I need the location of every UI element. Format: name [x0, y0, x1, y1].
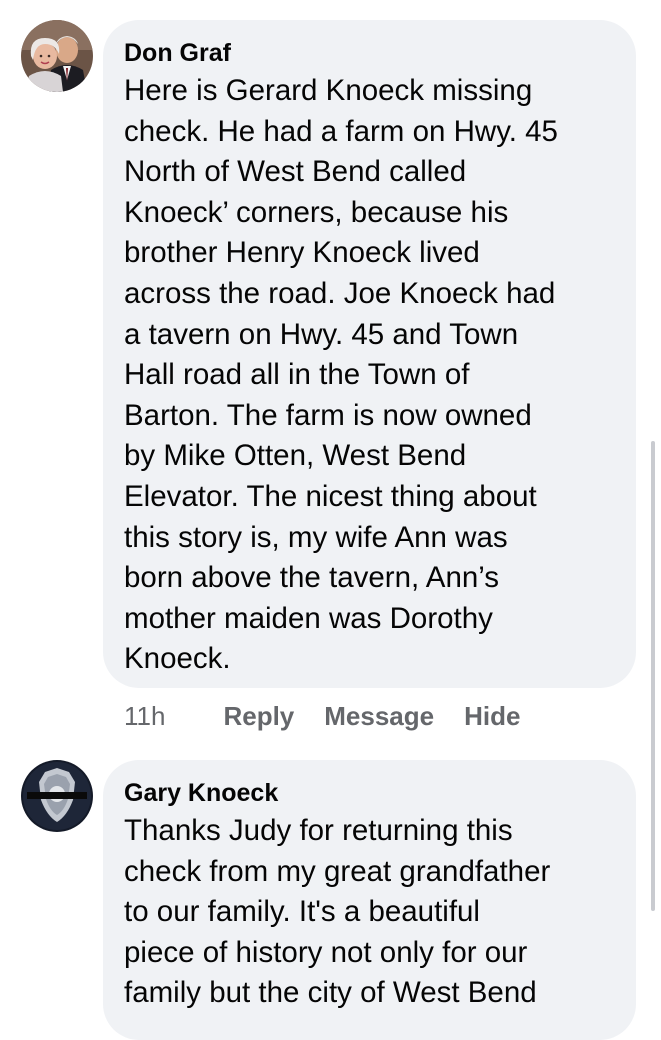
avatar[interactable]	[21, 20, 93, 92]
comment-line: Here is Gerard Knoeck missing	[124, 74, 533, 107]
comment-line: this story is, my wife Ann was	[124, 520, 508, 554]
hide-button[interactable]: Hide	[464, 701, 520, 732]
comment-text: Here is Gerard Knoeck missing check. He …	[124, 71, 634, 680]
comment: Gary Knoeck Thanks Judy for returning th…	[0, 740, 661, 1040]
comment-line: check from my great grandfather	[124, 854, 551, 888]
comment-line: born above the tavern, Ann’s	[124, 561, 500, 595]
reply-button[interactable]: Reply	[223, 701, 294, 732]
comment-line: North of West Bend called	[124, 155, 467, 189]
comment-line: check. He had a farm on Hwy. 45	[124, 114, 558, 148]
comment-author[interactable]: Don Graf	[124, 38, 616, 68]
comment-line: mother maiden was Dorothy	[124, 601, 493, 635]
comment-line: by Mike Otten, West Bend	[124, 439, 467, 473]
comment-bubble[interactable]: Don Graf Here is Gerard Knoeck missing c…	[103, 20, 636, 688]
comment-line: Knoeck’ corners, because his	[124, 195, 509, 229]
comment-line: Hall road all in the Town of	[124, 358, 470, 392]
comment-timestamp[interactable]: 11h	[124, 701, 165, 732]
comment-actions: 11h Reply Message Hide	[124, 698, 550, 734]
comment-line: Knoeck.	[124, 642, 231, 676]
couple-portrait-avatar-icon	[21, 20, 93, 92]
comment-line: to our family. It's a beautiful	[124, 895, 480, 929]
comment-text: Thanks Judy for returning this check fro…	[124, 811, 634, 1014]
comment-line: across the road. Joe Knoeck had	[124, 276, 556, 310]
avatar[interactable]	[21, 760, 93, 832]
comment-line: a tavern on Hwy. 45 and Town	[124, 317, 519, 351]
comment-bubble[interactable]: Gary Knoeck Thanks Judy for returning th…	[103, 760, 636, 1040]
comment-line: Thanks Judy for returning this	[124, 814, 513, 847]
comment-line: brother Henry Knoeck lived	[124, 236, 480, 270]
comment: Don Graf Here is Gerard Knoeck missing c…	[0, 0, 661, 740]
police-badge-avatar-icon	[21, 760, 93, 832]
comment-author[interactable]: Gary Knoeck	[124, 778, 616, 808]
message-button[interactable]: Message	[324, 701, 434, 732]
comment-line: Elevator. The nicest thing about	[124, 479, 537, 513]
comment-line: piece of history not only for our	[124, 935, 528, 969]
scrollbar[interactable]	[651, 441, 655, 911]
comment-line: Barton. The farm is now owned	[124, 398, 532, 432]
comment-line: family but the city of West Bend	[124, 976, 537, 1010]
